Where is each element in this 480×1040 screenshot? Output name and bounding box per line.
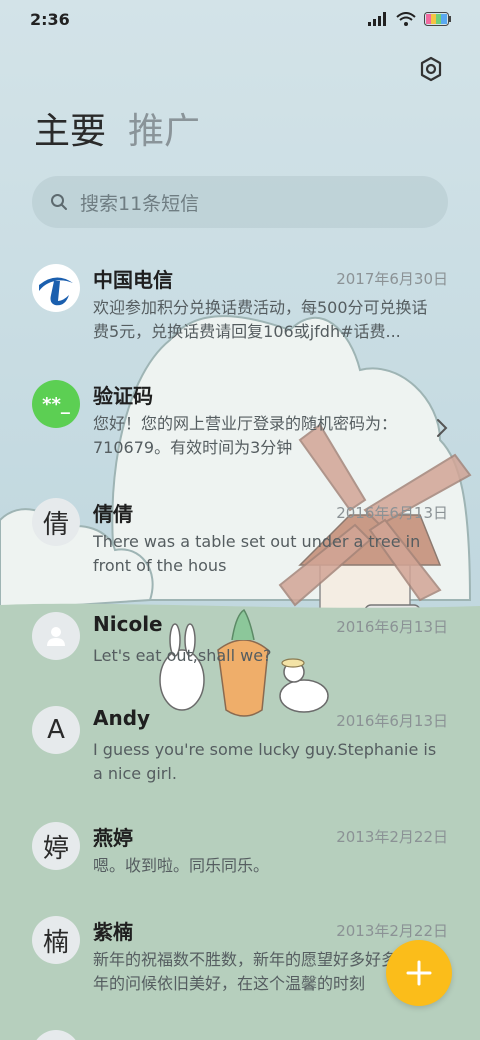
message-preview: I guess you're some lucky guy.Stephanie … (93, 740, 437, 783)
gear-icon (420, 56, 442, 82)
message-item[interactable]: A Andy 2016年6月13日 I guess you're some lu… (0, 706, 480, 796)
new-message-button[interactable] (386, 940, 452, 1006)
message-date: 2017年6月30日 (336, 270, 448, 288)
settings-button[interactable] (418, 56, 444, 82)
message-item[interactable]: 婷 燕婷 2013年2月22日 嗯。收到啦。同乐同乐。 (0, 822, 480, 892)
message-preview: 您好！您的网上营业厅登录的随机密码为：710679。有效时间为3分钟 (93, 414, 398, 457)
china-telecom-logo-icon (34, 266, 78, 310)
search-icon (51, 194, 67, 210)
signal-icon (368, 12, 386, 26)
contact-avatar: 婷 (32, 822, 80, 870)
message-sender: 紫楠 (93, 920, 133, 944)
message-date: 2016年6月13日 (336, 712, 448, 730)
tab-promotions[interactable]: 推广 (128, 110, 200, 154)
message-item[interactable]: Nicole 2016年6月13日 Let's eat out,shall we… (0, 612, 480, 682)
message-preview: Let's eat out,shall we? (93, 646, 272, 665)
person-icon (47, 627, 65, 646)
message-date: 2013年2月22日 (336, 828, 448, 846)
search-bar[interactable]: 搜索11条短信 (32, 176, 448, 228)
message-date: 2016年6月13日 (336, 504, 448, 522)
message-sender: 验证码 (93, 384, 153, 408)
message-preview: There was a table set out under a tree i… (93, 532, 421, 575)
message-item[interactable]: **_ 验证码 您好！您的网上营业厅登录的随机密码为：710679。有效时间为3… (0, 380, 480, 470)
message-sender: 燕婷 (93, 826, 133, 850)
message-preview: 嗯。收到啦。同乐同乐。 (93, 856, 270, 875)
battery-icon (424, 12, 451, 26)
message-sender: Andy (93, 706, 151, 730)
message-item[interactable]: 中国电信 2017年6月30日 欢迎参加积分兑换话费活动，每500分可兑换话费5… (0, 264, 480, 354)
message-date: 2013年2月22日 (336, 922, 448, 940)
tab-bar: 主要 推广 (34, 110, 200, 154)
status-icons (368, 12, 452, 26)
status-time: 2:36 (30, 10, 70, 29)
wifi-icon (396, 12, 416, 26)
message-sender: 倩倩 (93, 502, 133, 526)
search-input[interactable]: 搜索11条短信 (80, 189, 199, 216)
message-preview: 欢迎参加积分兑换话费活动，每500分可兑换话费5元，兑换话费请回复106或jfd… (93, 298, 428, 341)
telecom-avatar (32, 264, 80, 312)
status-bar: 2:36 (0, 0, 480, 40)
verification-avatar: **_ (32, 380, 80, 428)
message-sender: Nicole (93, 612, 163, 636)
message-item[interactable]: 倩 倩倩 2016年6月13日 There was a table set ou… (0, 498, 480, 588)
message-date: 2016年6月13日 (336, 618, 448, 636)
contact-avatar (32, 612, 80, 660)
contact-avatar: A (32, 706, 80, 754)
message-sender: 中国电信 (93, 268, 173, 292)
chevron-right-icon[interactable] (436, 418, 448, 438)
plus-icon (406, 960, 432, 986)
contact-avatar: 楠 (32, 916, 80, 964)
tab-primary[interactable]: 主要 (34, 110, 106, 154)
contact-avatar: 倩 (32, 498, 80, 546)
